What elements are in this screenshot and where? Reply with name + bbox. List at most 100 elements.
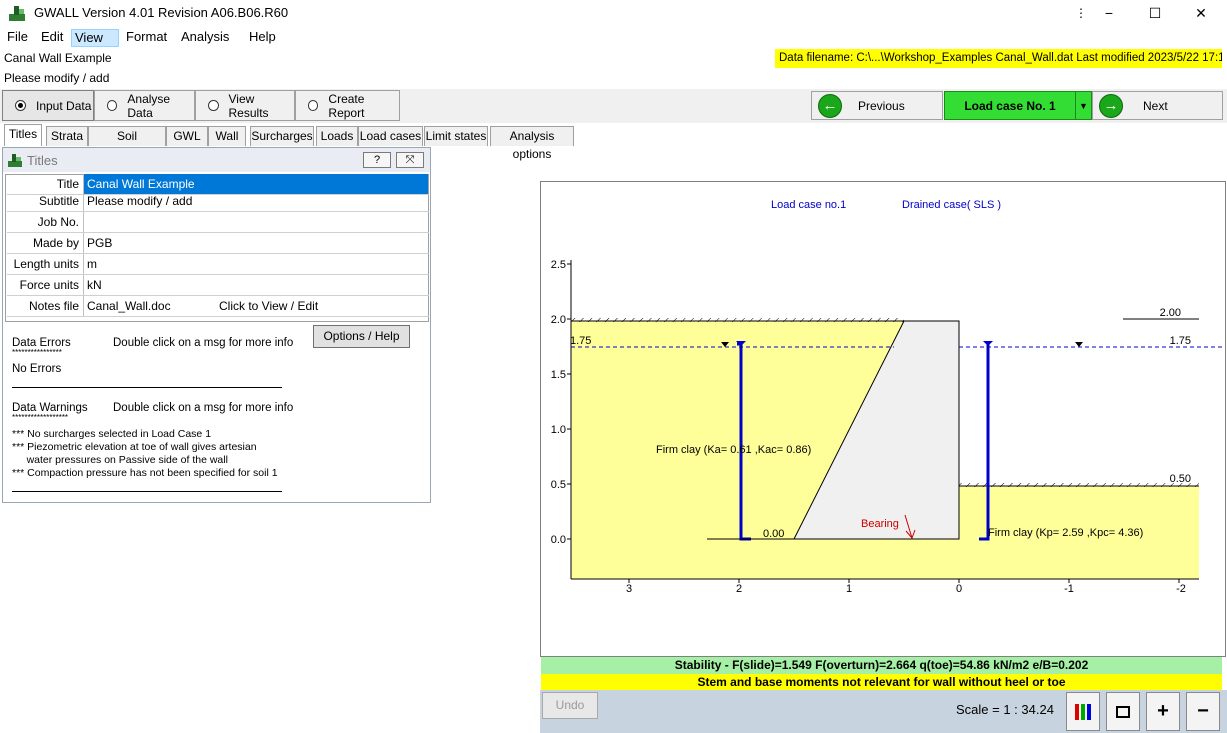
menu-help[interactable]: Help	[246, 29, 279, 47]
radio-icon	[308, 100, 319, 111]
subtitle-input[interactable]: Please modify / add	[83, 191, 428, 211]
y-tick-label: 1.5	[551, 369, 566, 381]
data-errors-message[interactable]: No Errors	[12, 363, 61, 375]
tab-titles[interactable]: Titles	[4, 124, 42, 146]
color-bars-icon[interactable]	[1066, 692, 1100, 731]
warning-message[interactable]: *** Piezometric elevation at toe of wall…	[12, 441, 257, 453]
close-button[interactable]: ✕	[1178, 0, 1224, 26]
help-icon[interactable]: ?	[363, 152, 391, 168]
tab-wall[interactable]: Wall	[208, 126, 246, 146]
tab-strata[interactable]: Strata	[46, 126, 88, 146]
menu-format[interactable]: Format	[123, 29, 170, 47]
mode-analyse-data[interactable]: Analyse Data	[94, 90, 195, 121]
mode-input-data[interactable]: Input Data	[2, 90, 94, 121]
bearing-label: Bearing	[861, 518, 899, 530]
zoom-in-button[interactable]: +	[1146, 692, 1180, 731]
force-units-input[interactable]: kN	[83, 275, 428, 295]
warning-message[interactable]: water pressures on Passive side of the w…	[12, 454, 228, 466]
level-label-base: 0.00	[763, 528, 784, 540]
title-bar: GWALL Version 4.01 Revision A06.B06.R60 …	[0, 0, 1227, 26]
warning-message[interactable]: *** Compaction pressure has not been spe…	[12, 467, 278, 479]
arrow-left-icon: ←	[818, 93, 842, 118]
load-case-selector[interactable]: Load case No. 1 ▼	[944, 91, 1092, 120]
y-tick-label: 0.5	[551, 479, 566, 491]
mode-view-results[interactable]: View Results	[195, 90, 295, 121]
tab-load-cases[interactable]: Load cases	[358, 126, 423, 146]
y-axis-ticks	[567, 263, 571, 540]
y-tick-labels: 2.5 2.0 1.5 1.0 0.5 0.0	[551, 259, 566, 546]
restore-button[interactable]: ☐	[1132, 0, 1178, 26]
x-tick-label: -1	[1064, 583, 1074, 595]
radio-icon	[15, 100, 26, 111]
project-title: Canal Wall Example	[4, 51, 112, 65]
mode-create-report[interactable]: Create Report	[295, 90, 400, 121]
close-icon[interactable]: ⤧	[396, 152, 424, 168]
undo-button[interactable]: Undo	[542, 692, 598, 719]
arrow-right-icon: →	[1099, 93, 1123, 118]
next-button[interactable]: → Next	[1092, 91, 1223, 120]
warning-message[interactable]: *** No surcharges selected in Load Case …	[12, 428, 211, 440]
radio-icon	[208, 100, 219, 111]
wall-drawing-panel[interactable]: 2.5 2.0 1.5 1.0 0.5 0.0 3 2 1 0 -1 -2 Lo…	[540, 181, 1226, 657]
data-errors-underline: ****************	[12, 348, 62, 357]
drawing-toolbar: Undo Scale = 1 : 34.24 + −	[540, 690, 1227, 733]
tab-gwl[interactable]: GWL	[166, 126, 208, 146]
field-force-units[interactable]: Force units kN	[7, 275, 429, 296]
minimize-button[interactable]: −	[1086, 0, 1132, 26]
previous-button[interactable]: ← Previous	[811, 91, 943, 120]
menu-edit[interactable]: Edit	[38, 29, 66, 47]
color-bars-icon	[1075, 703, 1091, 720]
tab-surcharges[interactable]: Surcharges	[250, 126, 314, 146]
x-axis-ticks	[628, 579, 1180, 583]
menu-bar: File Edit View Format Analysis Help	[0, 27, 1227, 47]
view-edit-link[interactable]: Click to View / Edit	[219, 296, 318, 316]
level-label-right-top: 2.00	[1160, 307, 1181, 319]
tab-analysis-options[interactable]: Analysis options	[490, 126, 574, 161]
fit-window-button[interactable]	[1106, 692, 1140, 731]
divider	[12, 387, 282, 388]
active-soil-label: Firm clay (Ka= 0.61 ,Kac= 0.86)	[656, 444, 811, 456]
stability-results: Stability - F(slide)=1.549 F(overturn)=2…	[541, 657, 1222, 674]
zoom-out-button[interactable]: −	[1186, 692, 1220, 731]
x-tick-labels: 3 2 1 0 -1 -2	[626, 583, 1186, 595]
radio-icon	[107, 100, 118, 111]
y-tick-label: 2.0	[551, 314, 566, 326]
level-label-right-ground: 0.50	[1170, 473, 1191, 485]
level-label-right-water: 1.75	[1170, 335, 1191, 347]
project-subtitle: Please modify / add	[4, 71, 110, 85]
field-job-no[interactable]: Job No.	[7, 212, 429, 233]
gwall-app-icon	[9, 6, 25, 21]
menu-analysis[interactable]: Analysis	[178, 29, 232, 47]
field-subtitle[interactable]: Subtitle Please modify / add	[7, 191, 429, 212]
x-tick-label: 1	[846, 583, 852, 595]
passive-soil-label: Firm clay (Kp= 2.59 ,Kpc= 4.36)	[988, 527, 1143, 539]
options-help-button[interactable]: Options / Help	[313, 325, 410, 348]
x-tick-label: -2	[1176, 583, 1186, 595]
length-units-input[interactable]: m	[83, 254, 428, 274]
field-length-units[interactable]: Length units m	[7, 254, 429, 275]
y-tick-label: 0.0	[551, 534, 566, 546]
case-type-label: Drained case( SLS )	[902, 199, 1001, 211]
y-tick-label: 2.5	[551, 259, 566, 271]
tab-loads[interactable]: Loads	[316, 126, 358, 146]
made-by-input[interactable]: PGB	[83, 233, 428, 253]
x-tick-label: 3	[626, 583, 632, 595]
piezometer-right-head	[983, 341, 993, 346]
notes-file-input[interactable]: Canal_Wall.doc Click to View / Edit	[83, 296, 428, 316]
mode-toolbar: Input Data Analyse Data View Results Cre…	[0, 89, 1227, 123]
divider	[12, 491, 282, 492]
titles-window-titlebar: Titles ? ⤧	[3, 148, 430, 172]
input-tabs: Titles Strata Soil properties GWL Wall S…	[4, 124, 584, 161]
titles-window-title: Titles	[27, 153, 58, 168]
field-made-by[interactable]: Made by PGB	[7, 233, 429, 254]
field-notes-file[interactable]: Notes file Canal_Wall.doc Click to View /…	[7, 296, 429, 317]
menu-file[interactable]: File	[4, 29, 31, 47]
tab-limit-states[interactable]: Limit states	[424, 126, 488, 146]
wall-section-svg: 2.5 2.0 1.5 1.0 0.5 0.0 3 2 1 0 -1 -2 Lo…	[551, 199, 1225, 595]
menu-view[interactable]: View	[71, 29, 119, 47]
tab-soil-properties[interactable]: Soil properties	[88, 126, 166, 161]
data-errors-hint: Double click on a msg for more info	[113, 337, 294, 349]
job-no-input[interactable]	[83, 212, 428, 232]
chevron-down-icon[interactable]: ▼	[1075, 92, 1091, 119]
water-table-marker-right	[1075, 342, 1083, 347]
